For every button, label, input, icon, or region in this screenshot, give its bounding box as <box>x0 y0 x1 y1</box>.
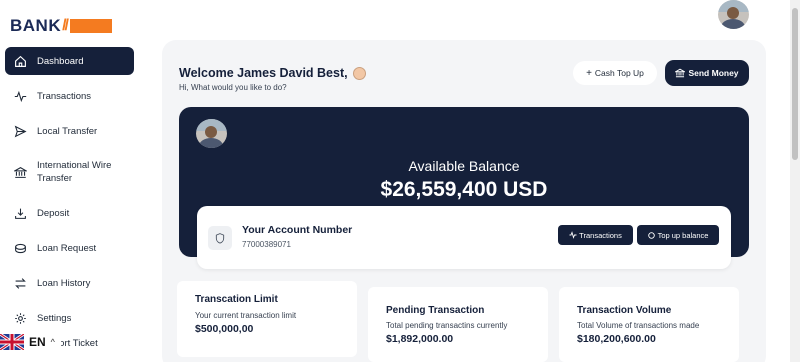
welcome-text: Welcome James David Best, <box>179 66 348 80</box>
bank-icon <box>13 165 27 179</box>
brand-name: BANK <box>10 16 62 35</box>
language-selector[interactable]: EN ^ <box>0 331 61 353</box>
sidebar-nav: Dashboard Transactions Local Transfer In… <box>5 47 134 354</box>
brand-bar <box>70 19 112 33</box>
sidebar-item-label: Local Transfer <box>37 125 98 137</box>
brand-slash: // <box>62 17 69 34</box>
account-number-value: 77000389071 <box>242 240 291 249</box>
stat-value: $180,200,600.00 <box>577 333 656 345</box>
available-balance-amount: $26,559,400 USD <box>380 178 548 201</box>
send-money-button[interactable]: Send Money <box>665 60 749 86</box>
sidebar-item-settings[interactable]: Settings <box>5 304 134 332</box>
stat-value: $500,000,00 <box>195 323 254 335</box>
sidebar-item-label: Dashboard <box>37 55 84 67</box>
sidebar-item-international-wire[interactable]: International Wire Transfer <box>5 152 134 192</box>
sidebar-item-label: Deposit <box>37 207 70 219</box>
sidebar-item-label: Transactions <box>37 90 92 102</box>
activity-icon <box>13 89 27 103</box>
sidebar-item-local-transfer[interactable]: Local Transfer <box>5 117 134 145</box>
sidebar-item-label: International Wire Transfer <box>37 160 112 184</box>
stat-subtitle: Total pending transactins currently <box>386 321 508 330</box>
stat-card-transaction-limit: Transcation Limit Your current transacti… <box>177 281 357 357</box>
stat-title: Pending Transaction <box>386 305 485 316</box>
transactions-button[interactable]: Transactions <box>558 225 633 245</box>
circle-icon <box>647 231 655 239</box>
sidebar-item-loan-request[interactable]: Loan Request <box>5 234 134 262</box>
top-up-balance-label: Top up balance <box>657 230 709 240</box>
download-icon <box>13 206 27 220</box>
account-avatar <box>196 119 227 148</box>
welcome-heading: Welcome James David Best, <box>179 66 366 80</box>
stat-card-pending-transaction: Pending Transaction Total pending transa… <box>368 287 548 362</box>
send-money-label: Send Money <box>688 68 739 78</box>
send-icon <box>13 124 27 138</box>
swap-icon <box>13 276 27 290</box>
stat-subtitle: Your current transaction limit <box>195 311 297 320</box>
stat-card-transaction-volume: Transaction Volume Total Volume of trans… <box>559 287 739 362</box>
cash-top-up-label: Cash Top Up <box>594 68 644 78</box>
bank-icon <box>675 68 686 78</box>
sidebar-item-dashboard[interactable]: Dashboard <box>5 47 134 75</box>
shield-icon <box>208 226 232 250</box>
stat-subtitle: Total Volume of transactions made <box>577 321 700 330</box>
sidebar-item-loan-history[interactable]: Loan History <box>5 269 134 297</box>
user-avatar[interactable] <box>718 0 749 29</box>
available-balance-label: Available Balance <box>408 158 520 174</box>
sidebar-item-label: Loan History <box>37 277 91 289</box>
sidebar: BANK // Dashboard Transactions Local Tra… <box>0 0 145 362</box>
top-up-balance-button[interactable]: Top up balance <box>637 225 719 245</box>
brand-logo[interactable]: BANK // <box>10 16 112 36</box>
wave-hand-icon <box>352 66 366 80</box>
home-icon <box>13 54 27 68</box>
sidebar-item-deposit[interactable]: Deposit <box>5 199 134 227</box>
sidebar-item-label: Settings <box>37 312 72 324</box>
sidebar-item-transactions[interactable]: Transactions <box>5 82 134 110</box>
coins-icon <box>13 241 27 255</box>
gear-icon <box>13 311 27 325</box>
stat-title: Transaction Volume <box>577 305 672 316</box>
language-code: EN <box>29 335 46 349</box>
account-number-title: Your Account Number <box>242 224 353 236</box>
chevron-up-icon: ^ <box>50 337 55 347</box>
uk-flag-icon <box>0 334 24 350</box>
cash-top-up-button[interactable]: + Cash Top Up <box>573 61 657 85</box>
activity-icon <box>569 231 577 239</box>
plus-icon: + <box>586 67 592 79</box>
sidebar-item-label: Loan Request <box>37 242 97 254</box>
stat-title: Transcation Limit <box>195 294 278 305</box>
scrollbar-thumb[interactable] <box>792 8 798 160</box>
welcome-subtitle: Hi, What would you like to do? <box>179 83 287 92</box>
transactions-button-label: Transactions <box>579 230 622 240</box>
stat-value: $1,892,000.00 <box>386 333 454 345</box>
